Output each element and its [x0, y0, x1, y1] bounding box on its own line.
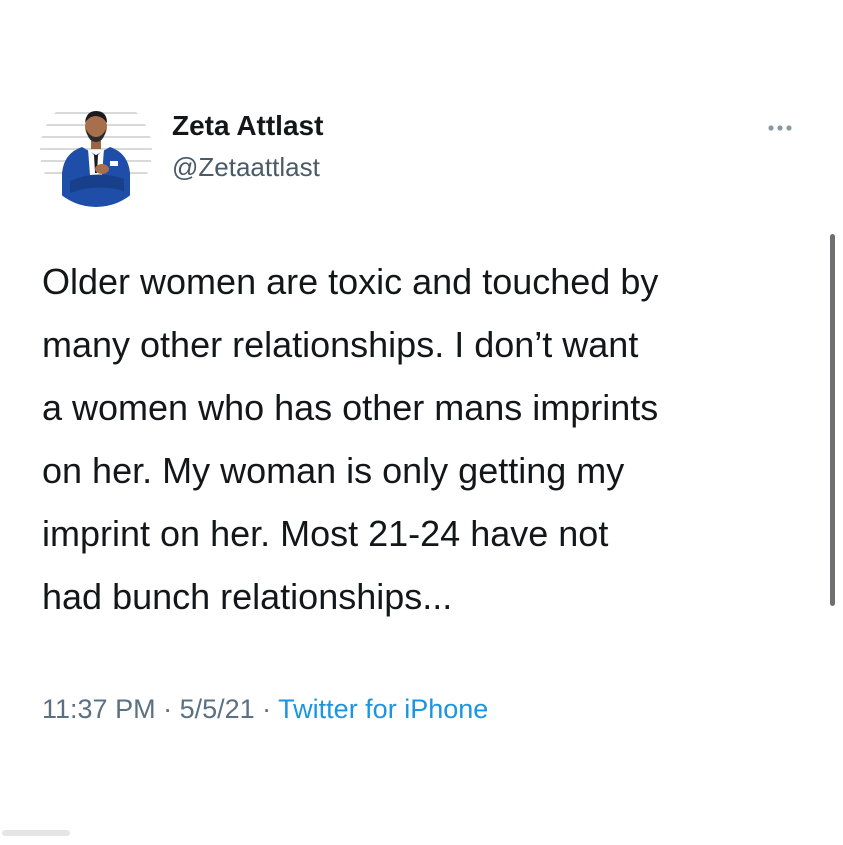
meta-separator: ·: [155, 694, 180, 724]
tweet-text-line: Older women are toxic and touched by: [42, 261, 659, 302]
tweet-text: Older women are toxic and touched by man…: [42, 250, 812, 628]
tweet-source-link[interactable]: Twitter for iPhone: [278, 694, 488, 724]
tweet-text-line: many other relationships. I don’t want: [42, 324, 639, 365]
tweet-meta: 11:37 PM · 5/5/21 · Twitter for iPhone: [42, 694, 488, 725]
tweet-text-line: had bunch relationships...: [42, 576, 453, 617]
scrollbar[interactable]: [830, 234, 835, 606]
tweet-time[interactable]: 11:37 PM: [42, 694, 156, 724]
tweet-card: Zeta Attlast @Zetaattlast Older women ar…: [0, 0, 843, 843]
tweet-text-line: a women who has other mans imprints: [42, 387, 659, 428]
author-handle[interactable]: @Zetaattlast: [172, 152, 320, 183]
avatar[interactable]: [40, 95, 152, 207]
avatar-image: [40, 95, 152, 207]
meta-separator: ·: [254, 694, 279, 724]
author-display-name[interactable]: Zeta Attlast: [172, 110, 323, 142]
tweet-text-line: on her. My woman is only getting my: [42, 450, 625, 491]
tweet-date[interactable]: 5/5/21: [180, 694, 255, 724]
more-horizontal-icon[interactable]: [766, 118, 794, 138]
watermark: [2, 826, 72, 840]
tweet-text-line: imprint on her. Most 21-24 have not: [42, 513, 609, 554]
